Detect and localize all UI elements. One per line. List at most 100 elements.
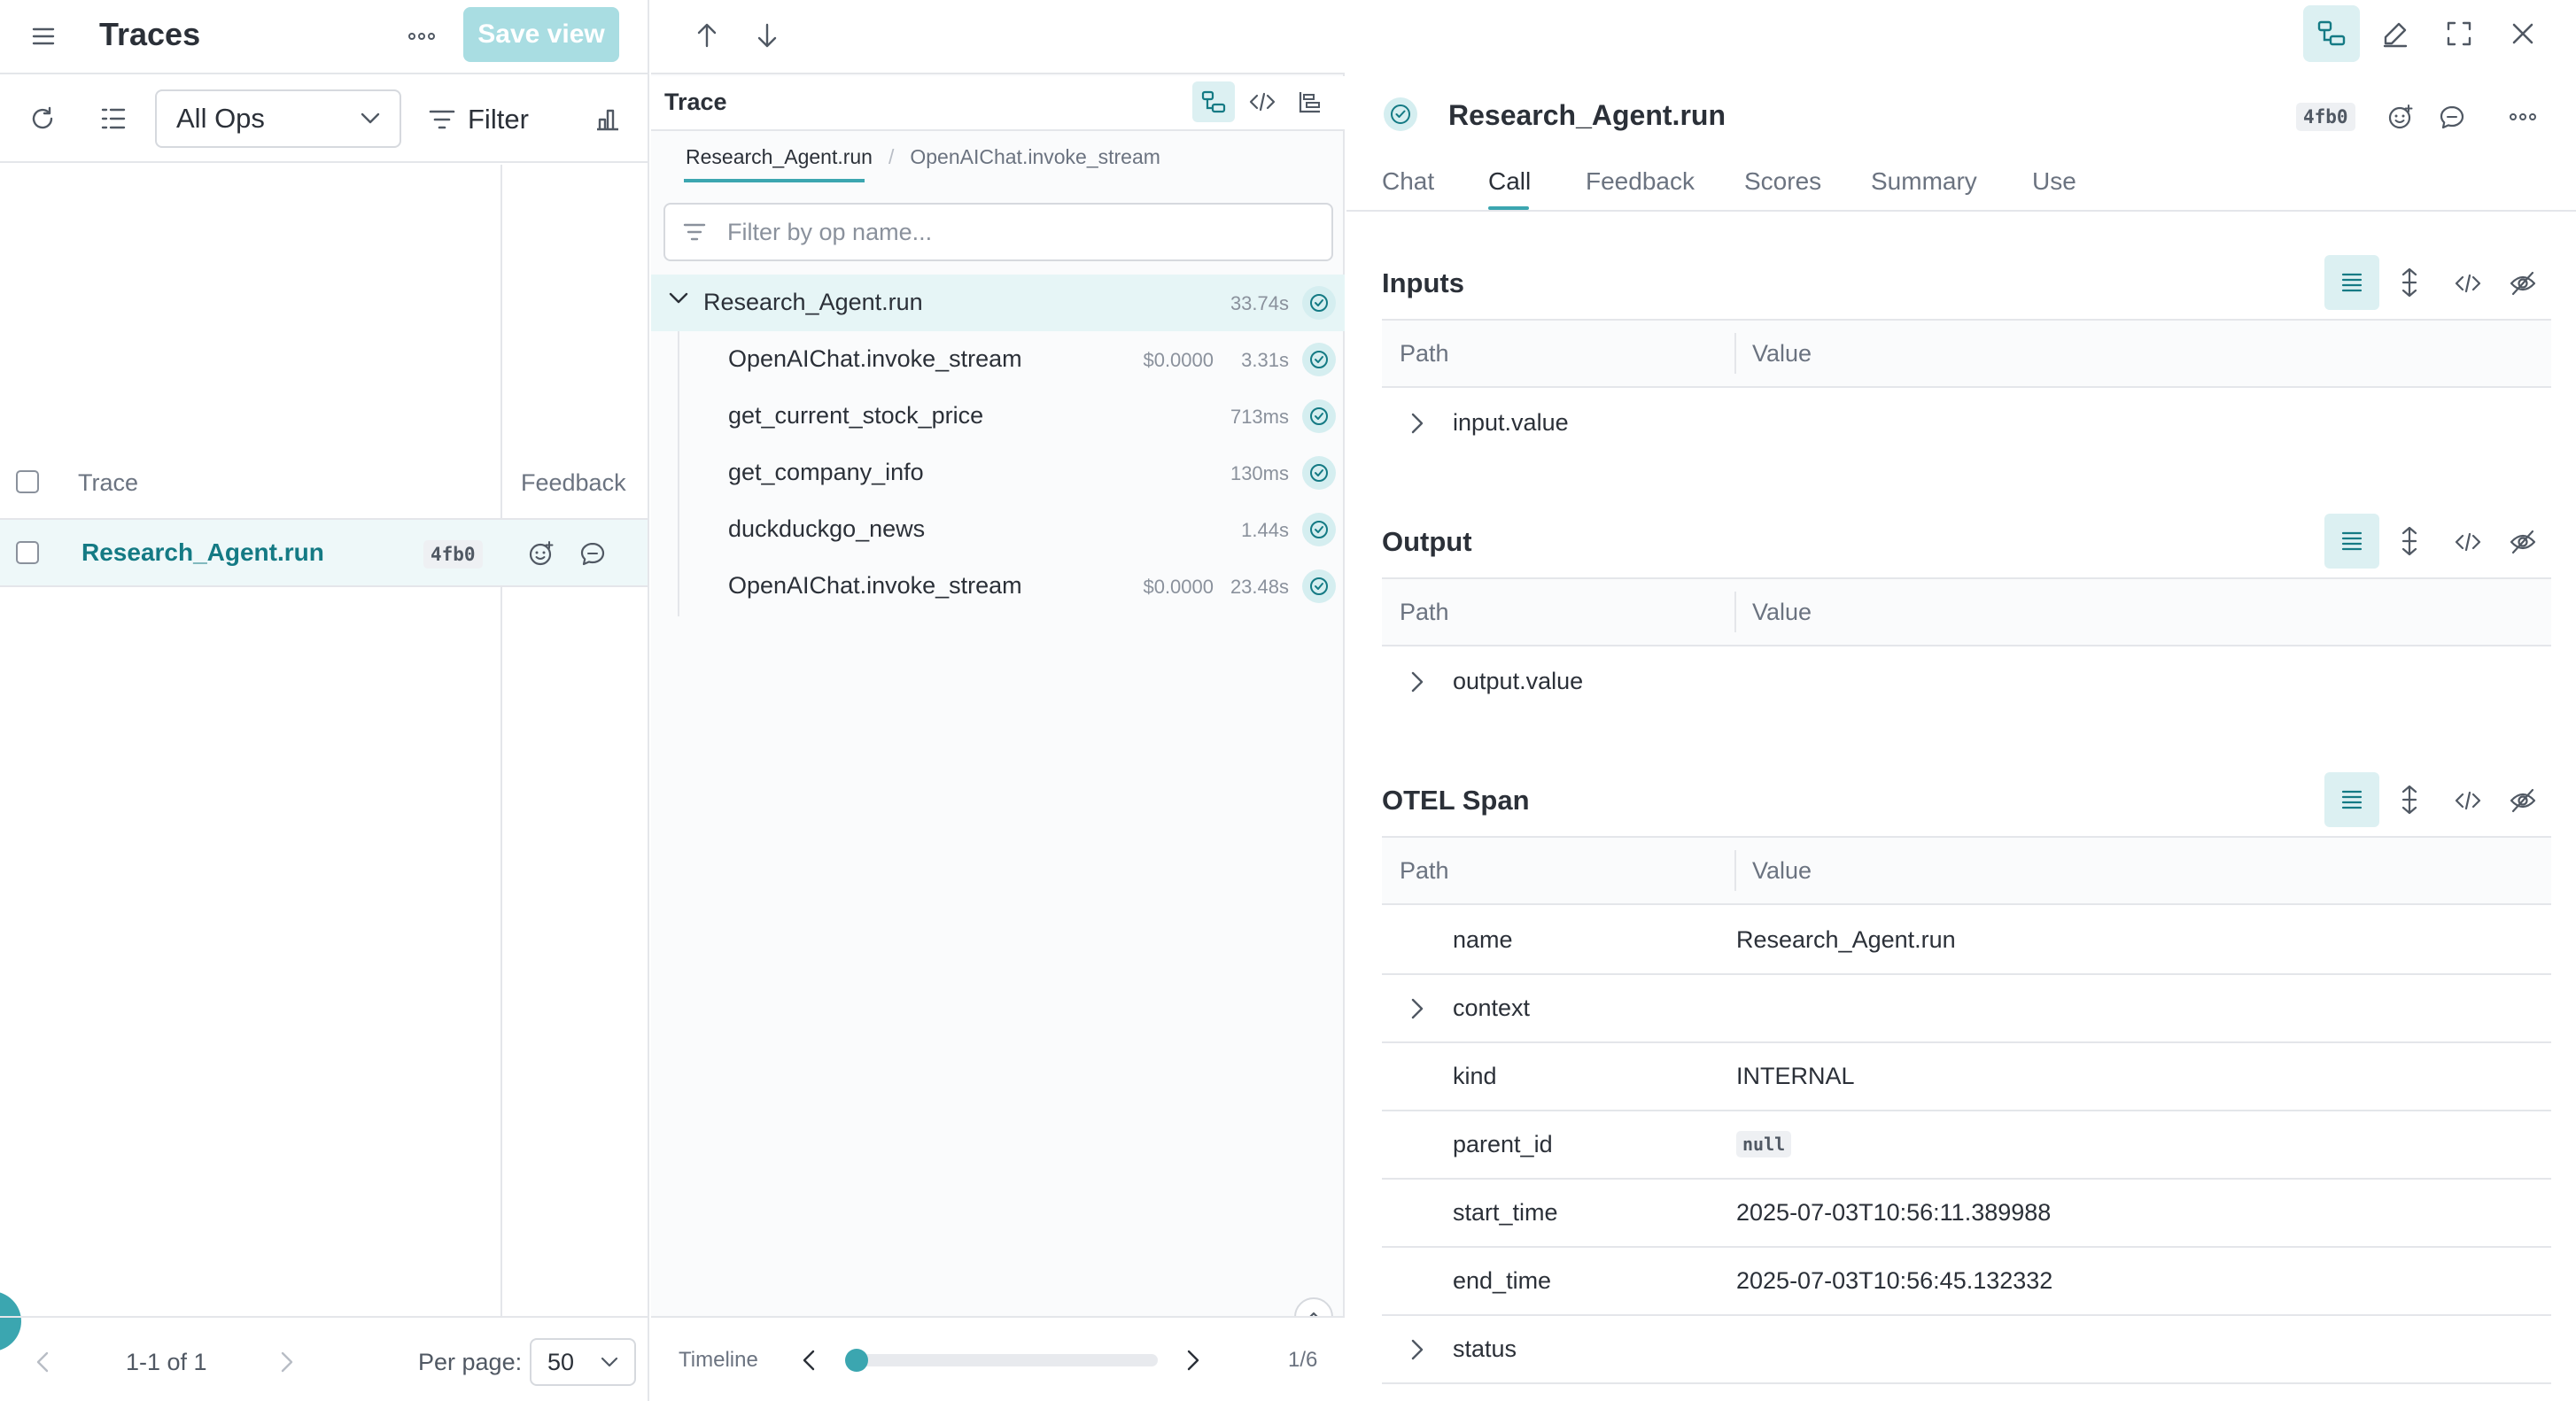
tree-node-cost: $0.0000 [1143, 576, 1214, 598]
per-page-select[interactable]: 50 [530, 1338, 636, 1386]
otel-key: parent_id [1453, 1131, 1553, 1157]
otel-value: 2025-07-03T10:56:11.389988 [1736, 1199, 2052, 1226]
chevron-right-icon[interactable] [1407, 995, 1428, 1023]
otel-row-context[interactable]: context [1382, 975, 2551, 1043]
more-options-icon[interactable] [2503, 99, 2542, 135]
output-path-header: Path [1400, 599, 1449, 625]
row-checkbox[interactable] [16, 541, 39, 564]
code-view-icon[interactable] [2448, 264, 2487, 303]
output-row-key[interactable]: output.value [1453, 668, 1583, 695]
menu-icon[interactable] [27, 19, 60, 53]
chevron-right-icon[interactable] [1407, 1335, 1428, 1364]
trace-panel-title: Trace [664, 89, 727, 115]
column-divider [1734, 333, 1736, 374]
filter-icon [429, 109, 455, 130]
expand-icon[interactable] [2392, 779, 2427, 820]
tree-node-duration: 130ms [1230, 462, 1289, 484]
prev-page-icon[interactable] [32, 1348, 53, 1376]
otel-key: name [1453, 926, 1513, 953]
tab-summary[interactable]: Summary [1871, 167, 1977, 196]
tree-node-name: Research_Agent.run [703, 289, 923, 315]
otel-row-status[interactable]: status [1382, 1316, 2551, 1384]
timeline-slider-track[interactable] [857, 1354, 1158, 1366]
column-divider [1734, 592, 1736, 632]
per-page-value: 50 [547, 1348, 575, 1375]
columns-icon[interactable] [96, 101, 131, 136]
more-options-icon[interactable] [404, 19, 439, 53]
trace-panel-header [651, 76, 1345, 131]
tree-node[interactable]: duckduckgo_news 1.44s [651, 501, 1345, 558]
add-reaction-icon[interactable] [2383, 99, 2418, 135]
arrow-up-icon[interactable] [691, 18, 723, 53]
timeline-slider-thumb[interactable] [845, 1349, 868, 1372]
chevron-right-icon[interactable] [1407, 668, 1428, 696]
code-view-icon[interactable] [2448, 522, 2487, 561]
chevron-down-icon[interactable] [669, 292, 688, 305]
tree-node[interactable]: get_company_info 130ms [651, 445, 1345, 501]
tab-chat[interactable]: Chat [1382, 167, 1434, 196]
code-view-icon[interactable] [1244, 83, 1281, 120]
ops-select[interactable]: All Ops [155, 89, 401, 148]
fullscreen-icon[interactable] [2438, 12, 2480, 55]
otel-value: INTERNAL [1736, 1063, 1855, 1089]
select-all-checkbox[interactable] [16, 470, 39, 493]
tree-node[interactable]: get_current_stock_price 713ms [651, 388, 1345, 445]
otel-value-header: Value [1752, 857, 1812, 884]
tab-feedback[interactable]: Feedback [1586, 167, 1695, 196]
add-reaction-icon[interactable] [524, 537, 558, 570]
output-section-title: Output [1382, 526, 1472, 557]
timeline-next-icon[interactable] [1182, 1346, 1205, 1374]
breadcrumb-separator: / [888, 145, 895, 168]
success-icon [1302, 513, 1336, 546]
otel-row-parent-id: parent_id null [1382, 1111, 2551, 1180]
list-view-icon[interactable] [2324, 772, 2379, 827]
tree-toggle-icon[interactable] [2303, 5, 2360, 62]
next-page-icon[interactable] [276, 1348, 298, 1376]
otel-path-header: Path [1400, 857, 1449, 884]
op-filter-input[interactable]: Filter by op name... [663, 203, 1333, 261]
tree-node-name: duckduckgo_news [728, 515, 926, 542]
chevron-right-icon[interactable] [1407, 409, 1428, 437]
tree-node-root[interactable]: Research_Agent.run 33.74s [651, 275, 1345, 331]
list-view-icon[interactable] [2324, 255, 2379, 310]
chart-icon[interactable] [590, 101, 625, 136]
timeline-label: Timeline [679, 1348, 758, 1372]
expand-icon[interactable] [2392, 262, 2427, 303]
filter-label: Filter [468, 104, 529, 135]
arrow-down-icon[interactable] [751, 18, 783, 53]
otel-key: end_time [1453, 1267, 1552, 1294]
output-table-header [1382, 577, 2551, 646]
close-icon[interactable] [2502, 12, 2544, 55]
timeline-view-icon[interactable] [1292, 83, 1329, 120]
inputs-row-key[interactable]: input.value [1453, 409, 1569, 437]
breadcrumb-item-current[interactable]: OpenAIChat.invoke_stream [910, 145, 1160, 169]
hide-icon[interactable] [2503, 781, 2542, 820]
expand-icon[interactable] [2392, 521, 2427, 561]
refresh-icon[interactable] [25, 101, 60, 136]
inputs-value-header: Value [1752, 340, 1812, 367]
output-value-header: Value [1752, 599, 1812, 625]
list-view-icon[interactable] [2324, 514, 2379, 569]
tab-scores[interactable]: Scores [1744, 167, 1821, 196]
hide-icon[interactable] [2503, 522, 2542, 561]
edit-icon[interactable] [2374, 12, 2417, 55]
comment-icon[interactable] [576, 537, 609, 570]
save-view-button[interactable]: Save view [463, 7, 619, 62]
otel-row-kind: kind INTERNAL [1382, 1043, 2551, 1111]
tab-call[interactable]: Call [1488, 167, 1531, 196]
tree-node[interactable]: OpenAIChat.invoke_stream $0.0000 23.48s [651, 558, 1345, 615]
tab-use[interactable]: Use [2032, 167, 2076, 196]
tree-node-name: get_current_stock_price [728, 402, 984, 429]
breadcrumb: Research_Agent.run / OpenAIChat.invoke_s… [686, 145, 1160, 169]
filter-button[interactable]: Filter [429, 99, 529, 140]
hide-icon[interactable] [2503, 264, 2542, 303]
timeline-prev-icon[interactable] [797, 1346, 820, 1374]
tree-node[interactable]: OpenAIChat.invoke_stream $0.0000 3.31s [651, 331, 1345, 388]
comment-icon[interactable] [2434, 99, 2470, 135]
trace-link[interactable]: Research_Agent.run [81, 538, 324, 567]
tree-node-duration: 33.74s [1230, 292, 1289, 314]
tree-view-icon[interactable] [1192, 81, 1235, 122]
code-view-icon[interactable] [2448, 781, 2487, 820]
otel-value: 2025-07-03T10:56:45.132332 [1736, 1267, 2053, 1294]
breadcrumb-item-root[interactable]: Research_Agent.run [686, 145, 873, 169]
